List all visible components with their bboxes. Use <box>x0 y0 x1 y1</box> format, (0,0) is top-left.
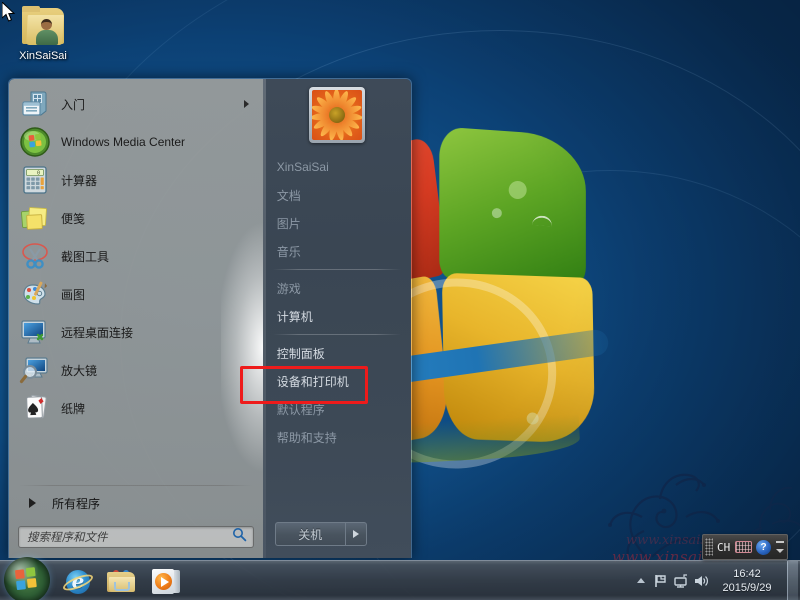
orange-flower-avatar <box>311 90 362 140</box>
paint-icon <box>19 278 51 310</box>
start-menu-item-label: 放大镜 <box>61 363 98 378</box>
wmp-icon <box>152 568 180 595</box>
magnifier-icon <box>19 354 51 386</box>
start-menu-user-name[interactable]: XinSaiSai <box>263 153 411 181</box>
start-menu-item-snipping-tool[interactable]: 截图工具 <box>13 237 259 275</box>
windows-start-orb <box>14 567 39 592</box>
start-menu-place-games[interactable]: 游戏 <box>263 274 411 302</box>
all-programs-label: 所有程序 <box>52 496 101 511</box>
folder-icon <box>107 569 137 594</box>
start-menu-place-documents[interactable]: 文档 <box>263 181 411 209</box>
start-menu-item-label: 画图 <box>61 287 86 302</box>
search-placeholder: 搜索程序和文件 <box>27 532 108 544</box>
start-menu-item-label: 截图工具 <box>61 249 110 264</box>
divider <box>19 485 253 486</box>
desktop-icon-label: XinSaiSai <box>19 50 67 62</box>
start-menu-place-computer[interactable]: 计算机 <box>263 302 411 330</box>
start-menu-item-label: 入门 <box>61 97 86 112</box>
start-menu-item-calculator[interactable]: 0 计算器 <box>13 161 259 199</box>
drag-handle-icon[interactable] <box>705 538 713 556</box>
start-menu-item-remote-desktop[interactable]: 远程桌面连接 <box>13 313 259 351</box>
triangle-up-icon <box>637 578 645 583</box>
tray-icon-action-center[interactable] <box>651 568 671 594</box>
start-menu-places-pane: XinSaiSai 文档 图片 音乐 游戏 计算机 控制面板 设备和打印机 默认… <box>262 79 411 558</box>
system-tray: 16:42 2015/9/29 <box>631 560 800 600</box>
network-icon <box>674 573 687 588</box>
taskbar-item-windows-explorer[interactable] <box>100 565 144 599</box>
start-menu-item-solitaire[interactable]: 纸牌 <box>13 389 259 427</box>
keyboard-icon[interactable] <box>735 541 753 553</box>
input-language-indicator[interactable]: CH <box>713 541 733 554</box>
user-avatar-wrap[interactable] <box>263 87 411 143</box>
taskbar: 16:42 2015/9/29 <box>0 557 800 600</box>
shutdown-options-button[interactable] <box>344 522 367 546</box>
start-menu-place-music[interactable]: 音乐 <box>263 237 411 265</box>
start-menu-place-devices-and-printers[interactable]: 设备和打印机 <box>263 367 411 395</box>
start-menu-item-label: 便笺 <box>61 211 86 226</box>
start-menu: 入门 Windows Media Center 0 计算器 便笺 截图工具 画图… <box>8 78 412 558</box>
user-folder-icon <box>19 6 67 48</box>
submenu-arrow-icon <box>243 100 249 108</box>
help-icon[interactable]: ? <box>756 539 772 555</box>
chevron-down-icon[interactable] <box>776 549 785 553</box>
divider <box>272 269 401 270</box>
tray-icon-volume[interactable] <box>691 568 711 594</box>
language-bar[interactable]: CH ? <box>702 534 788 560</box>
start-menu-item-getting-started[interactable]: 入门 <box>13 85 259 123</box>
getting-started-icon <box>19 88 51 120</box>
minimize-icon[interactable] <box>776 541 785 543</box>
start-menu-item-sticky-notes[interactable]: 便笺 <box>13 199 259 237</box>
desktop-screen: www.xinsaisai.com www.xinsaisai.com XinS… <box>0 0 800 600</box>
clock-time: 16:42 <box>733 567 761 580</box>
remote-desktop-icon <box>19 316 51 348</box>
start-menu-place-help-and-support[interactable]: 帮助和支持 <box>263 423 411 451</box>
shutdown-row: 关机 <box>263 522 411 558</box>
windows-media-center-icon <box>19 126 51 158</box>
flag-icon <box>655 574 666 587</box>
start-menu-item-label: 计算器 <box>61 173 98 188</box>
start-menu-item-label: 纸牌 <box>61 401 86 416</box>
solitaire-icon <box>19 392 51 424</box>
start-button[interactable] <box>4 557 50 600</box>
search-area: 搜索程序和文件 <box>9 518 263 558</box>
start-menu-item-magnifier[interactable]: 放大镜 <box>13 351 259 389</box>
ie-icon <box>61 568 95 596</box>
search-icon <box>232 527 247 547</box>
taskbar-item-internet-explorer[interactable] <box>56 565 100 599</box>
shutdown-button[interactable]: 关机 <box>274 522 345 546</box>
start-menu-place-default-programs[interactable]: 默认程序 <box>263 395 411 423</box>
svg-text:0: 0 <box>37 170 40 176</box>
start-menu-item-label: Windows Media Center <box>61 135 186 149</box>
taskbar-item-windows-media-player[interactable] <box>144 565 188 599</box>
start-menu-item-windows-media-center[interactable]: Windows Media Center <box>13 123 259 161</box>
desktop-icon-xinsaisai[interactable]: XinSaiSai <box>6 6 80 63</box>
calculator-icon: 0 <box>19 164 51 196</box>
start-menu-place-pictures[interactable]: 图片 <box>263 209 411 237</box>
start-menu-place-control-panel[interactable]: 控制面板 <box>263 339 411 367</box>
show-desktop-button[interactable] <box>787 560 798 600</box>
taskbar-clock[interactable]: 16:42 2015/9/29 <box>711 567 785 595</box>
all-programs-button[interactable]: 所有程序 <box>13 488 259 518</box>
snipping-tool-icon <box>19 240 51 272</box>
divider <box>272 334 401 335</box>
tray-icon-network[interactable] <box>671 568 691 594</box>
start-menu-item-label: 远程桌面连接 <box>61 325 134 340</box>
show-hidden-icons-button[interactable] <box>631 568 651 594</box>
search-input[interactable]: 搜索程序和文件 <box>18 526 254 548</box>
clock-date: 2015/9/29 <box>722 581 772 594</box>
avatar[interactable] <box>308 87 365 143</box>
triangle-right-icon <box>352 530 359 538</box>
sticky-notes-icon <box>19 202 51 234</box>
start-menu-item-paint[interactable]: 画图 <box>13 275 259 313</box>
triangle-right-icon <box>29 498 36 508</box>
start-menu-programs-pane: 入门 Windows Media Center 0 计算器 便笺 截图工具 画图… <box>9 79 263 558</box>
speaker-icon <box>695 575 708 586</box>
